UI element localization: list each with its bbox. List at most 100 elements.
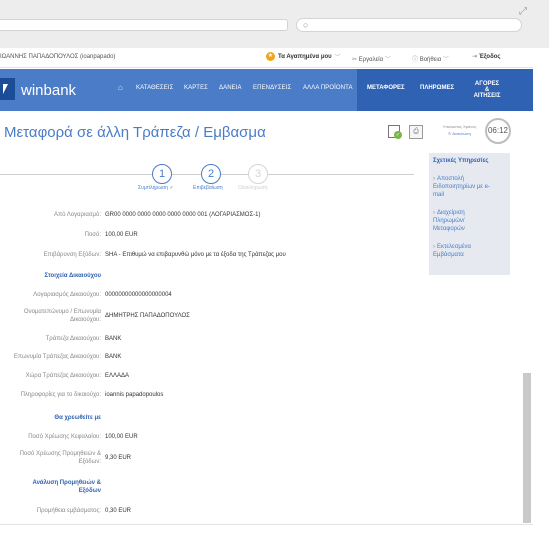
nav-item-loans[interactable]: ΔΑΝΕΙΑ: [219, 85, 242, 91]
beneficiary-section-title: Στοιχεία Δικαιούχου: [44, 273, 101, 279]
debit-principal-label: Ποσό Χρέωσης Κεφαλαίου:: [28, 434, 101, 440]
ben-bank-name-value: BANK: [105, 354, 122, 360]
print-icon[interactable]: ⎙: [409, 125, 423, 139]
chevron-down-icon: ﹀: [334, 55, 341, 61]
nav-item-investments[interactable]: ΕΠΕΝΔΥΣΕΙΣ: [253, 85, 291, 91]
ben-info-label: Πληροφορίες για το δικαιούχο:: [20, 392, 101, 398]
help-link[interactable]: ⓘ Βοήθεια ﹀: [412, 54, 449, 63]
debit-fees-label: Ποσό Χρέωσης Προμηθειών & Εξόδων:: [0, 450, 101, 466]
ben-info-value: ioannis papadopoulos: [105, 392, 164, 398]
browser-window: ○ ⤢ ΙΩΑΝΝΗΣ ΠΑΠΑΔΟΠΟΥΛΟΣ (ioanpapado) ★ …: [0, 0, 549, 551]
ben-account-label: Λογαριασμός Δικαιούχου:: [33, 292, 101, 298]
remit-fee-value: 0,30 EUR: [105, 508, 132, 514]
ben-name-value: ΔΗΜΗΤΡΗΣ ΠΑΠΑΔΟΠΟΥΛΟΣ: [105, 313, 190, 319]
ben-bank-label: Τράπεζα Δικαιούχου:: [45, 336, 101, 342]
favorites-label: Τα Αγαπημένα μου: [278, 53, 332, 60]
related-item-1-line1: Αποστολή: [437, 176, 464, 182]
logout-label: Έξοδος: [478, 54, 501, 60]
charges-label: Επιβάρυνση Εξόδων:: [43, 252, 101, 258]
star-icon: ★: [266, 52, 275, 61]
related-item-manage-payments[interactable]: › Διαχείριση Πληρωμών/ Μεταφορών: [433, 209, 507, 233]
logout-button[interactable]: ⇥ Έξοδος: [472, 53, 501, 60]
nav-item-other-products[interactable]: ΑΛΛΑ ΠΡΟΪΟΝΤΑ: [303, 85, 353, 91]
search-icon: ○: [303, 20, 309, 30]
debit-principal-value: 100,00 EUR: [105, 434, 138, 440]
ben-country-value: ΕΛΛΑΔΑ: [105, 373, 130, 379]
refresh-icon: ↻: [448, 131, 452, 136]
step-1-circle: 1: [152, 164, 172, 184]
related-item-2-line1: Διαχείριση: [437, 210, 465, 216]
nav-active-group: ΜΕΤΑΦΟΡΕΣ ΠΛΗΡΩΜΕΣ ΑΓΟΡΕΣ & ΑΙΤΗΣΕΙΣ: [357, 69, 533, 111]
ben-name-label: Ονοματεπώνυμο / Επωνυμία Δικαιούχου:: [0, 308, 101, 324]
ben-bank-value: BANK: [105, 336, 122, 342]
nav-item-transfers[interactable]: ΜΕΤΑΦΟΡΕΣ: [367, 85, 405, 91]
home-icon[interactable]: ⌂: [118, 83, 123, 92]
session-timer-label: Υπολοιπος Χρόνος: [442, 124, 477, 129]
analysis-section-line1: Ανάλυση Προμηθειών &: [32, 480, 101, 486]
expand-icon[interactable]: ⤢: [519, 6, 527, 17]
session-timer: 06:12: [485, 118, 511, 144]
favorites-menu[interactable]: ★ Τα Αγαπημένα μου ﹀: [266, 52, 341, 61]
address-bar[interactable]: [0, 19, 288, 31]
nav-item-purchases[interactable]: ΑΓΟΡΕΣ & ΑΙΤΗΣΕΙΣ: [472, 81, 502, 99]
session-renew-link[interactable]: ↻ Ανανέωση: [437, 131, 482, 136]
related-item-1-line3: mail: [433, 192, 445, 198]
chevron-down-icon: ﹀: [442, 57, 449, 63]
logo-text[interactable]: winbank: [21, 82, 76, 99]
from-account-label: Από Λογαριασμό:: [53, 212, 101, 218]
related-item-executed-remittances[interactable]: › Εκτελεσμένα Εμβάσματα: [433, 243, 507, 259]
analysis-section-title: Ανάλυση Προμηθειών & Εξόδων: [0, 479, 101, 495]
bullet-icon: ›: [433, 244, 435, 250]
logout-icon: ⇥: [472, 54, 478, 60]
debit-fees-label-line2: Εξόδων:: [78, 459, 101, 465]
nav-item-deposits[interactable]: ΚΑΤΑΘΕΣΕΙΣ: [136, 85, 173, 91]
page-title: Μεταφορά σε άλλη Τράπεζα / Εμβασμα: [4, 124, 266, 141]
related-item-2-line3: Μεταφορών: [433, 226, 465, 232]
debit-section-title: Θα χρεωθείτε με: [54, 415, 101, 421]
help-label: Βοήθεια: [419, 57, 442, 63]
related-item-3-line2: Εμβάσματα: [433, 252, 464, 258]
pdf-export-icon[interactable]: [388, 125, 402, 139]
step-3-circle: 3: [248, 164, 268, 184]
tools-label: Εργαλεία: [358, 57, 384, 63]
nav-item-cards[interactable]: ΚΑΡΤΕΣ: [184, 85, 208, 91]
related-services-title: Σχετικές Υπηρεσίες: [433, 158, 489, 164]
help-icon: ⓘ: [412, 57, 419, 63]
session-renew-label: Ανανέωση: [452, 131, 471, 136]
ben-name-label-line2: Δικαιούχου:: [70, 317, 101, 323]
ben-account-value: 00000000000000000004: [105, 292, 172, 298]
winbank-logo-icon[interactable]: [0, 78, 15, 100]
step-1-label: Συμπλήρωση ✓: [138, 185, 174, 191]
remit-fee-label: Προμήθεια εμβάσματος:: [36, 508, 101, 514]
step-3-label: Ολοκλήρωση: [238, 185, 268, 191]
debit-fees-value: 9,30 EUR: [105, 455, 132, 461]
from-account-value: GR00 0000 0000 0000 0000 0000 001 (ΛΟΓΑΡ…: [105, 212, 261, 218]
related-services-panel: Σχετικές Υπηρεσίες › Αποστολή Ειδοποιητηρ…: [429, 153, 510, 275]
bullet-icon: ›: [433, 176, 435, 182]
browser-search-input[interactable]: ○: [296, 18, 522, 32]
nav-item-purchases-line2: & ΑΙΤΗΣΕΙΣ: [473, 87, 501, 99]
analysis-section-line2: Εξόδων: [78, 488, 101, 494]
main-navigation: winbank ⌂ ΚΑΤΑΘΕΣΕΙΣ ΚΑΡΤΕΣ ΔΑΝΕΙΑ ΕΠΕΝΔ…: [0, 69, 533, 111]
bullet-icon: ›: [433, 210, 435, 216]
amount-value: 100,00 EUR: [105, 232, 138, 238]
amount-label: Ποσό:: [84, 232, 101, 238]
related-item-email-notifications[interactable]: › Αποστολή Ειδοποιητηρίων με e- mail: [433, 175, 507, 199]
related-item-1-line2: Ειδοποιητηρίων με e-: [433, 184, 490, 190]
window-bottom: [0, 525, 549, 551]
charges-value: SHA - Επιθυμώ να επιβαρυνθώ μόνο με τα έ…: [105, 252, 286, 258]
user-name[interactable]: ΙΩΑΝΝΗΣ ΠΑΠΑΔΟΠΟΥΛΟΣ (ioanpapado): [0, 54, 115, 60]
ben-name-label-line1: Ονοματεπώνυμο / Επωνυμία: [23, 309, 101, 315]
ben-bank-name-label: Επωνυμία Τράπεζας Δικαιούχου:: [13, 354, 101, 360]
vertical-scrollbar[interactable]: [523, 373, 531, 523]
step-2-label: Επιβεβαίωση: [193, 185, 223, 191]
tools-icon: ✂: [352, 57, 358, 63]
nav-item-payments[interactable]: ΠΛΗΡΩΜΕΣ: [420, 85, 454, 91]
related-item-2-line2: Πληρωμών/: [433, 218, 465, 224]
chevron-down-icon: ﹀: [384, 57, 391, 63]
related-item-3-line1: Εκτελεσμένα: [437, 244, 472, 250]
debit-fees-label-line1: Ποσό Χρέωσης Προμηθειών &: [19, 451, 101, 457]
tools-menu[interactable]: ✂ Εργαλεία ﹀: [352, 54, 391, 63]
ben-country-label: Χώρα Τράπεζας Δικαιούχου:: [25, 373, 101, 379]
user-bar: ΙΩΑΝΝΗΣ ΠΑΠΑΔΟΠΟΥΛΟΣ (ioanpapado) ★ Τα Α…: [0, 48, 533, 68]
